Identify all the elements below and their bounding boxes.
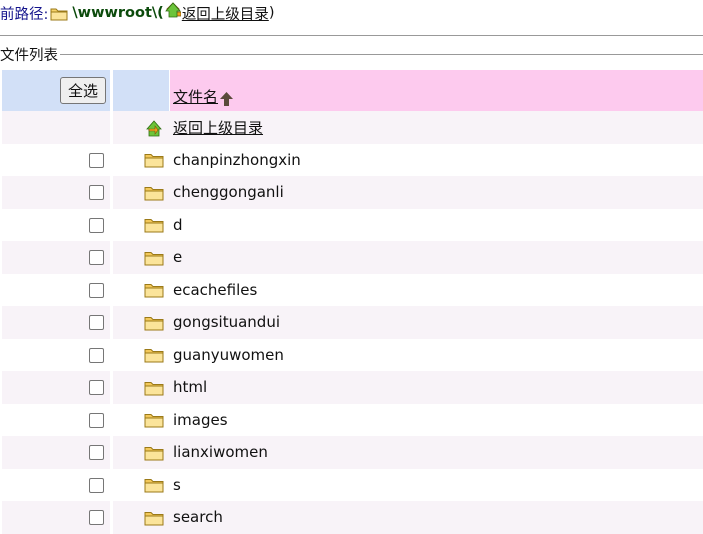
- select-all-button[interactable]: 全选: [59, 77, 106, 104]
- folder-name[interactable]: gongsituandui: [173, 313, 280, 331]
- folder-name[interactable]: guanyuwomen: [173, 346, 284, 364]
- folder-icon: [144, 183, 164, 201]
- folder-icon: [144, 443, 164, 461]
- row-checkbox[interactable]: [88, 282, 104, 298]
- table-row: search: [2, 501, 703, 534]
- folder-name[interactable]: d: [173, 216, 183, 234]
- name-column-header: 文件名: [170, 70, 703, 111]
- fieldset-border: [0, 54, 703, 55]
- folder-name[interactable]: images: [173, 411, 228, 429]
- row-checkbox[interactable]: [88, 412, 104, 428]
- folder-name[interactable]: lianxiwomen: [173, 443, 268, 461]
- divider: [0, 35, 703, 36]
- path-label: 前路径:: [0, 6, 49, 23]
- folder-icon: [144, 411, 164, 429]
- table-row: s: [2, 468, 703, 501]
- folder-name[interactable]: search: [173, 508, 223, 526]
- sort-by-name-link[interactable]: 文件名: [173, 88, 218, 106]
- row-checkbox[interactable]: [88, 250, 104, 266]
- table-row: chenggonganli: [2, 176, 703, 209]
- folder-icon: [144, 378, 164, 396]
- path-root: \wwwroot\(: [72, 5, 164, 21]
- row-checkbox[interactable]: [88, 152, 104, 168]
- row-checkbox[interactable]: [88, 445, 104, 461]
- table-row: lianxiwomen: [2, 436, 703, 469]
- folder-icon: [144, 281, 164, 299]
- select-cell: 全选: [2, 70, 110, 111]
- folder-icon: [144, 476, 164, 494]
- table-row: guanyuwomen: [2, 338, 703, 371]
- table-row: html: [2, 371, 703, 404]
- folder-icon: [144, 508, 164, 526]
- sort-up-arrow-icon: [219, 89, 234, 107]
- file-table: 全选 文件名 返回上级目录 chanpinzhongxin chenggongan…: [2, 70, 703, 534]
- folder-name[interactable]: chanpinzhongxin: [173, 151, 301, 169]
- folder-icon: [144, 313, 164, 331]
- table-row: ecachefiles: [2, 273, 703, 306]
- folder-icon: [144, 151, 164, 169]
- icon-column-header: [110, 70, 170, 111]
- row-checkbox[interactable]: [88, 347, 104, 363]
- folder-name[interactable]: s: [173, 476, 181, 494]
- path-close: ): [268, 5, 275, 21]
- up-arrow-icon: [164, 1, 181, 19]
- folder-icon: [144, 248, 164, 266]
- table-header: 全选 文件名: [2, 70, 703, 111]
- folder-name[interactable]: html: [173, 378, 207, 396]
- parent-directory-row-link[interactable]: 返回上级目录: [173, 119, 263, 137]
- table-row: chanpinzhongxin: [2, 143, 703, 176]
- table-row: d: [2, 208, 703, 241]
- table-row: images: [2, 403, 703, 436]
- folder-name[interactable]: chenggonganli: [173, 183, 284, 201]
- table-row: gongsituandui: [2, 306, 703, 339]
- row-checkbox[interactable]: [88, 185, 104, 201]
- up-arrow-icon: [146, 118, 164, 136]
- folder-name[interactable]: e: [173, 248, 182, 266]
- parent-directory-row: 返回上级目录: [2, 111, 703, 144]
- file-list-legend: 文件列表: [0, 44, 60, 65]
- row-checkbox[interactable]: [88, 477, 104, 493]
- row-checkbox[interactable]: [88, 315, 104, 331]
- folder-icon: [144, 216, 164, 234]
- row-checkbox[interactable]: [88, 217, 104, 233]
- row-checkbox[interactable]: [88, 380, 104, 396]
- folder-name[interactable]: ecachefiles: [173, 281, 257, 299]
- folder-icon: [50, 5, 68, 21]
- path-bar: 前路径: \wwwroot\( 返回上级目录 ): [0, 2, 274, 24]
- parent-directory-link[interactable]: 返回上级目录: [182, 3, 269, 24]
- folder-icon: [144, 346, 164, 364]
- table-row: e: [2, 241, 703, 274]
